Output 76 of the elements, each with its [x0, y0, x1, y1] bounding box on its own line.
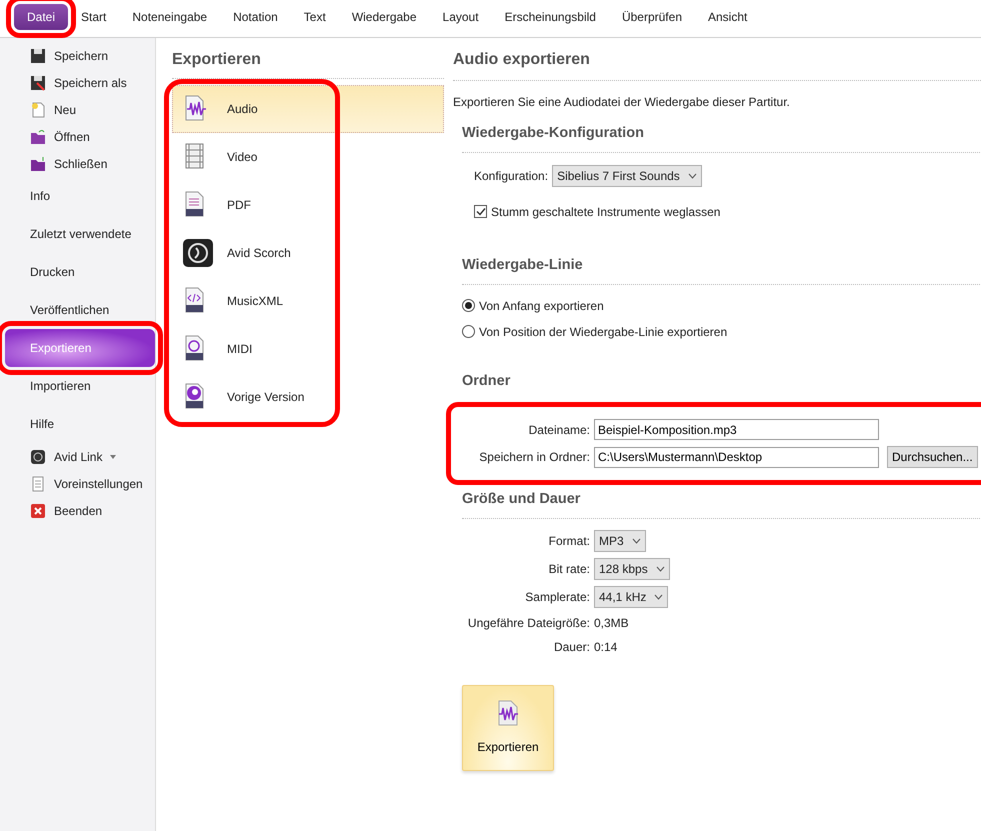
caret-icon: [688, 172, 697, 179]
settings-list-icon: [30, 476, 46, 492]
export-format-item[interactable]: Audio: [172, 85, 444, 133]
export-button[interactable]: Exportieren: [462, 685, 554, 771]
ribbon-tab[interactable]: Überprüfen: [608, 4, 695, 30]
ribbon-tab[interactable]: Noteneingabe: [119, 4, 220, 30]
section-heading: Exportieren: [172, 48, 444, 79]
export-format-item[interactable]: MusicXML: [172, 277, 444, 325]
panel-title: Audio exportieren: [453, 48, 981, 81]
sidebar-item[interactable]: Veröffentlichen: [5, 291, 155, 329]
radio-label: Von Position der Wiedergabe-Linie exportieren: [479, 324, 728, 340]
export-format-item[interactable]: PDF: [172, 181, 444, 229]
sidebar-item[interactable]: Schließen: [5, 150, 155, 177]
export-format-item[interactable]: MIDI: [172, 325, 444, 373]
field-label: Konfiguration:: [474, 168, 548, 185]
sidebar-item[interactable]: Voreinstellungen: [5, 470, 155, 497]
dropdown[interactable]: Sibelius 7 First Sounds: [552, 164, 702, 187]
ribbon-tab[interactable]: Layout: [430, 4, 492, 30]
ribbon-tab[interactable]: Wiedergabe: [338, 4, 430, 30]
folder-icon: [30, 156, 46, 172]
browse-button[interactable]: Durchsuchen...: [887, 446, 978, 468]
scorch-logo-icon: [183, 239, 213, 267]
sidebar-item[interactable]: Speichern: [5, 42, 155, 69]
ribbon-tab[interactable]: Notation: [220, 4, 291, 30]
checkbox[interactable]: [474, 205, 487, 218]
caret-icon: [654, 594, 664, 600]
description-text: Exportieren Sie eine Audiodatei der Wiedergabe dieser Partitur.: [453, 94, 791, 111]
folder-icon: [30, 128, 46, 144]
section-heading: Ordner: [462, 372, 512, 390]
caret-icon: [110, 454, 116, 458]
dropdown[interactable]: 128 kbps: [594, 558, 670, 580]
field-label: Dauer:: [552, 639, 591, 656]
dropdown[interactable]: 44,1 kHz: [594, 586, 668, 608]
sidebar-item[interactable]: Avid Link: [5, 443, 155, 470]
section-heading: Wiedergabe-Konfiguration: [462, 123, 981, 153]
field-value: 0,3MB: [594, 615, 629, 632]
radio-button[interactable]: [462, 299, 475, 312]
ribbon-tab[interactable]: Text: [290, 4, 339, 30]
field-label: Ungefähre Dateigröße:: [466, 615, 591, 632]
export-format-item[interactable]: Vorige Version: [172, 373, 444, 421]
sidebar-item[interactable]: Zuletzt verwendete: [5, 215, 155, 253]
sidebar-item[interactable]: Drucken: [5, 253, 155, 291]
checkbox-label: Stumm geschaltete Instrumente weglassen: [491, 204, 720, 221]
sidebar-item[interactable]: Öffnen: [5, 123, 155, 150]
ribbon-tab[interactable]: Ansicht: [695, 4, 760, 30]
sidebar-item[interactable]: Neu: [5, 96, 155, 123]
ribbon-tab[interactable]: Datei: [14, 4, 68, 30]
field-label: Format:: [548, 533, 591, 550]
field-label: Samplerate:: [524, 589, 591, 606]
export-format-item[interactable]: Video: [172, 133, 444, 181]
sidebar-item[interactable]: Hilfe: [5, 405, 155, 443]
sidebar-item[interactable]: Info: [5, 177, 155, 215]
section-heading: Wiedergabe-Linie: [462, 254, 981, 284]
field-label: Dateiname:: [528, 422, 591, 439]
export-format-item[interactable]: Avid Scorch: [172, 229, 444, 277]
sidebar-item[interactable]: Speichern als: [5, 69, 155, 96]
check-icon: [476, 207, 486, 216]
text-field[interactable]: Beispiel-Komposition.mp3: [594, 419, 879, 440]
avid-link-icon: [30, 448, 46, 464]
section-heading: Größe und Dauer: [462, 489, 981, 519]
caret-icon: [632, 538, 641, 544]
field-label: Speichern in Ordner:: [478, 449, 591, 466]
field-value: 0:14: [594, 639, 618, 656]
caret-icon: [656, 566, 665, 572]
radio-button[interactable]: [462, 325, 475, 338]
ribbon-tab[interactable]: Start: [68, 4, 120, 30]
dropdown[interactable]: MP3: [594, 530, 646, 552]
sidebar-item[interactable]: Importieren: [5, 367, 155, 405]
field-label: Bit rate:: [548, 561, 591, 578]
close-icon: [30, 502, 46, 518]
audio-file-icon: [497, 700, 519, 726]
text-field[interactable]: C:\Users\Mustermann\Desktop: [594, 446, 879, 468]
new-document-icon: [30, 102, 46, 118]
radio-label: Von Anfang exportieren: [479, 298, 604, 314]
sidebar-item[interactable]: Beenden: [5, 497, 155, 524]
ribbon-tab[interactable]: Erscheinungsbild: [492, 4, 609, 30]
